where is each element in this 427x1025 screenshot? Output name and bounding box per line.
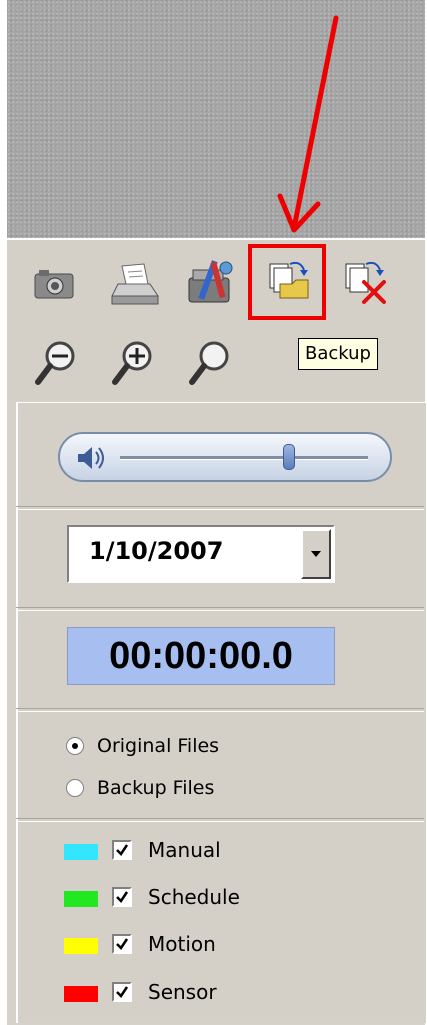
zoom-out-icon <box>35 341 75 385</box>
volume-thumb[interactable] <box>282 444 295 470</box>
backup-tooltip: Backup <box>298 338 378 370</box>
time-display: 00:00:00.0 <box>67 627 335 685</box>
settings-tools-icon <box>188 260 233 303</box>
zoom-in-icon <box>112 341 152 385</box>
original-files-label: Original Files <box>97 735 220 757</box>
zoom-out-button[interactable] <box>28 334 88 394</box>
red-arrow-annotation <box>277 15 339 233</box>
schedule-checkbox[interactable] <box>112 887 132 907</box>
control-panel <box>16 402 426 1023</box>
divider <box>16 607 424 611</box>
checkmark-icon <box>116 938 129 950</box>
settings-button[interactable] <box>181 252 241 312</box>
backup-files-radio[interactable] <box>66 779 84 797</box>
zoom-in-button[interactable] <box>105 334 165 394</box>
checkmark-icon <box>116 891 129 903</box>
checkmark-icon <box>116 986 129 998</box>
schedule-label: Schedule <box>148 885 240 909</box>
motion-checkbox[interactable] <box>112 934 132 954</box>
volume-track <box>120 456 368 460</box>
original-files-radio[interactable] <box>66 737 84 755</box>
date-picker[interactable]: 1/10/2007 <box>67 525 335 583</box>
snapshot-button[interactable] <box>25 252 85 312</box>
print-icon <box>111 263 159 305</box>
schedule-color-swatch <box>64 891 98 907</box>
date-value: 1/10/2007 <box>89 537 224 565</box>
backup-highlight-box <box>248 244 326 320</box>
video-area <box>7 0 425 238</box>
speaker-icon <box>78 447 104 469</box>
manual-checkbox[interactable] <box>112 840 132 860</box>
print-button[interactable] <box>104 252 164 312</box>
chevron-down-icon <box>311 551 321 557</box>
backup-files-label: Backup Files <box>97 777 215 799</box>
date-dropdown-button[interactable] <box>301 529 331 579</box>
delete-backup-button[interactable] <box>336 252 396 312</box>
zoom-reset-icon <box>189 341 229 385</box>
divider <box>16 506 424 510</box>
divider <box>16 818 424 822</box>
manual-color-swatch <box>64 844 98 860</box>
sensor-checkbox[interactable] <box>112 982 132 1002</box>
motion-color-swatch <box>64 938 98 954</box>
sensor-color-swatch <box>64 986 98 1002</box>
manual-label: Manual <box>148 838 221 862</box>
motion-label: Motion <box>148 932 216 956</box>
sensor-label: Sensor <box>148 980 217 1004</box>
delete-backup-icon <box>345 261 386 304</box>
snapshot-camera-icon <box>34 270 74 299</box>
radio-selected-dot <box>72 743 78 749</box>
divider <box>16 708 424 712</box>
checkmark-icon <box>116 844 129 856</box>
zoom-reset-button[interactable] <box>182 334 242 394</box>
volume-slider[interactable] <box>58 432 392 482</box>
